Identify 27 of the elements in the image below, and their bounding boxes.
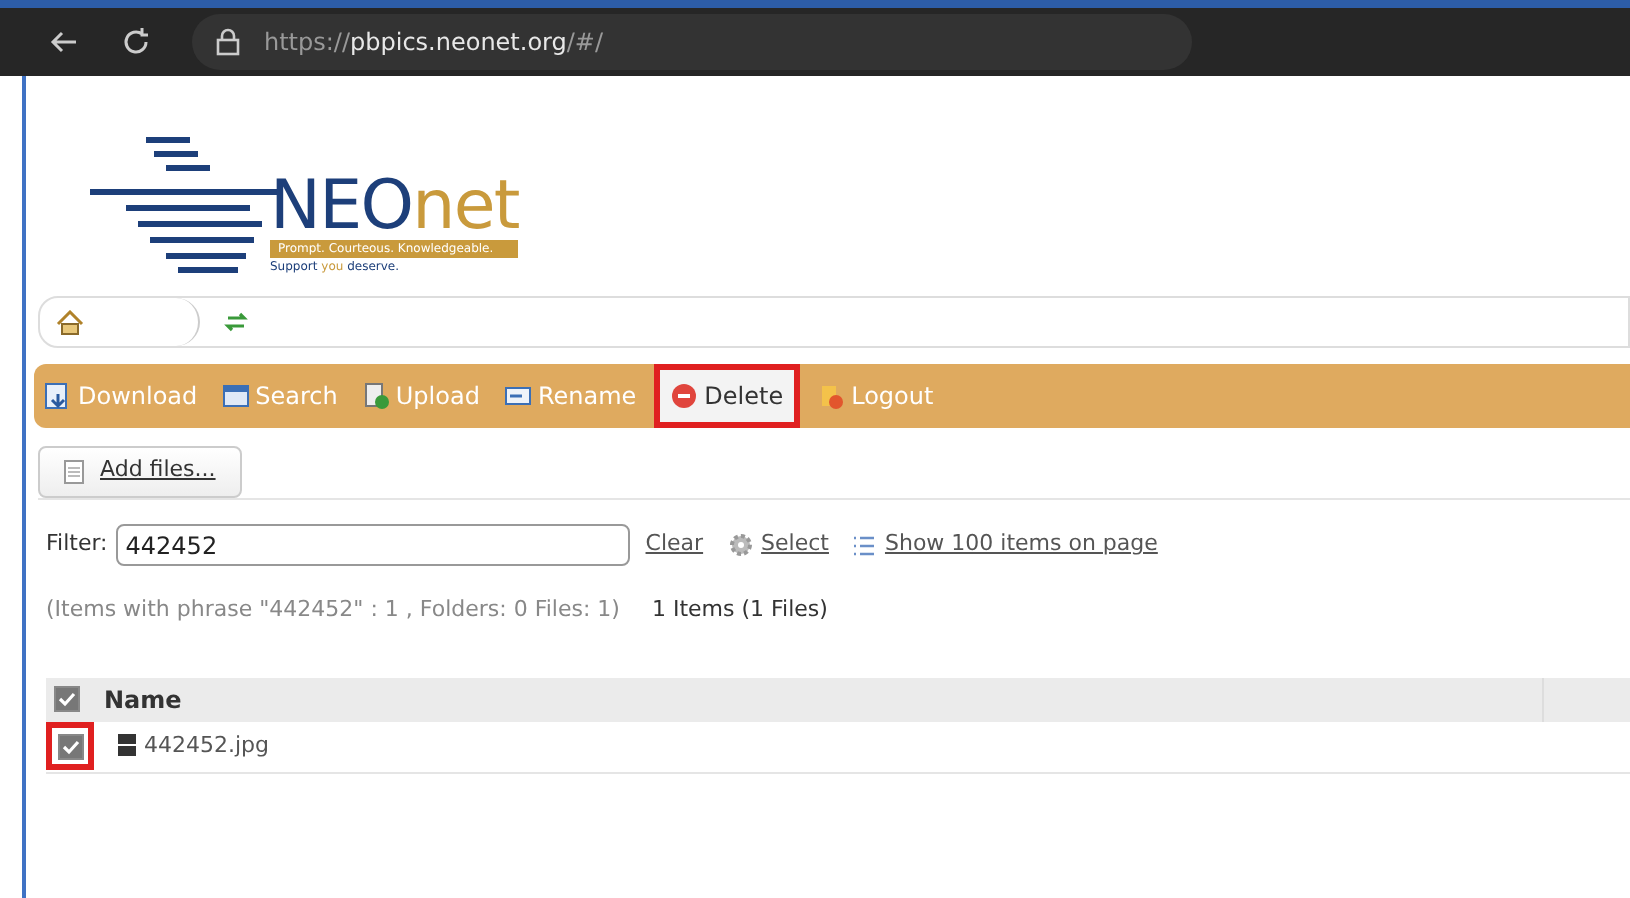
select-link[interactable]: Select — [761, 528, 829, 562]
file-row[interactable]: 442452.jpg — [46, 721, 1630, 773]
list-icon — [852, 533, 877, 557]
clear-link[interactable]: Clear — [645, 528, 704, 562]
refresh-icon[interactable] — [224, 310, 248, 334]
filter-field[interactable]: 442452 — [115, 524, 630, 566]
back-icon[interactable] — [48, 26, 80, 58]
checkbox[interactable] — [57, 733, 83, 759]
column-header[interactable]: Name — [104, 681, 1518, 717]
document-icon — [64, 459, 84, 483]
show-items-link[interactable]: Show 100 items on page — [884, 528, 1158, 562]
gear-icon — [727, 532, 754, 558]
home-icon[interactable] — [56, 309, 84, 335]
download-icon — [44, 382, 72, 410]
window-icon — [221, 382, 250, 410]
toolbar-button[interactable]: Delete — [654, 364, 800, 428]
reload-icon[interactable] — [120, 26, 152, 58]
item-count: 1 Items (1 Files) — [651, 594, 828, 626]
checkbox[interactable] — [54, 686, 80, 712]
address-bar[interactable]: https://pbpics.neonet.org/#/ — [192, 14, 1192, 70]
add-files-button[interactable]: Add files... — [38, 445, 242, 497]
file-name: 442452.jpg — [144, 729, 270, 762]
search-summary: (Items with phrase "442452" : 1 , Folders: 0 Files: 1) — [46, 594, 620, 626]
url-text: https://pbpics.neonet.org/#/ — [264, 26, 604, 60]
lock-icon — [216, 28, 240, 56]
filter-label: Filter: — [46, 528, 108, 561]
delete-icon — [670, 382, 699, 410]
